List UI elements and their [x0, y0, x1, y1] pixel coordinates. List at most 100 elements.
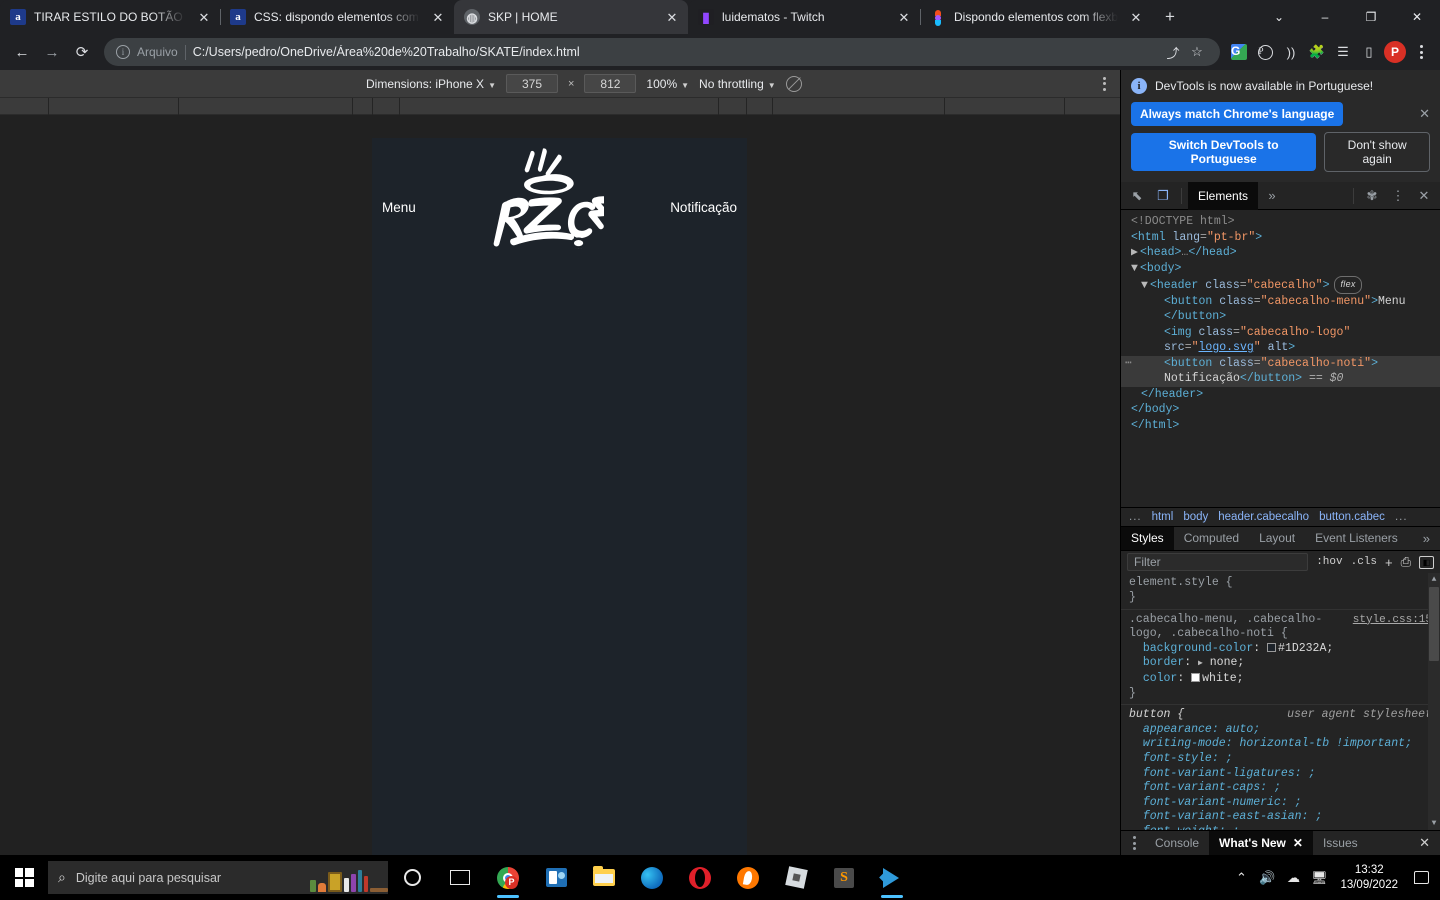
- close-icon[interactable]: ✕: [894, 7, 914, 27]
- cast-icon[interactable]: )): [1280, 41, 1302, 63]
- more-panels-icon[interactable]: »: [1260, 184, 1284, 208]
- show-hidden-icons[interactable]: ⌃: [1228, 855, 1254, 900]
- pinterest-icon[interactable]: P: [1254, 41, 1276, 63]
- roblox-icon[interactable]: [772, 855, 820, 900]
- side-panel-icon[interactable]: ▯: [1358, 41, 1380, 63]
- scroll-down-icon[interactable]: ▼: [1428, 817, 1440, 830]
- declaration-value[interactable]: #1D232A: [1278, 642, 1326, 655]
- switch-to-portuguese-button[interactable]: Switch DevTools to Portuguese: [1131, 133, 1317, 171]
- drawer-menu-icon[interactable]: [1123, 831, 1145, 855]
- reading-list-icon[interactable]: ☰: [1332, 41, 1354, 63]
- gear-icon[interactable]: ✾: [1360, 184, 1384, 208]
- tab-issues[interactable]: Issues: [1313, 831, 1368, 855]
- bookmark-star-icon[interactable]: ☆: [1186, 41, 1208, 63]
- minimize-button[interactable]: –: [1302, 0, 1348, 34]
- filter-input[interactable]: Filter: [1127, 553, 1309, 572]
- close-drawer-icon[interactable]: ✕: [1409, 831, 1440, 855]
- taskbar-search[interactable]: ⌕ Digite aqui para pesquisar: [48, 861, 388, 894]
- display-icon[interactable]: 🖥: [1306, 855, 1332, 900]
- browser-tab[interactable]: ▮ luidematos - Twitch ✕: [688, 0, 920, 34]
- dom-line[interactable]: <button class="cabecalho-menu">Menu </but…: [1121, 294, 1440, 325]
- rule-selector[interactable]: .cabecalho-menu, .cabecalho-logo, .cabec…: [1129, 613, 1347, 642]
- tab-styles[interactable]: Styles: [1121, 527, 1174, 550]
- file-explorer-icon[interactable]: [580, 855, 628, 900]
- action-center-icon[interactable]: [1406, 855, 1436, 900]
- kebab-icon[interactable]: ⋮: [1386, 184, 1410, 208]
- avatar[interactable]: P: [1384, 41, 1406, 63]
- declaration-value[interactable]: none: [1210, 656, 1238, 669]
- close-icon[interactable]: ✕: [1293, 836, 1303, 850]
- close-icon[interactable]: ✕: [1419, 106, 1430, 122]
- breadcrumb-item-button[interactable]: button.cabec: [1319, 511, 1385, 523]
- declaration-property[interactable]: background-color: [1143, 642, 1253, 655]
- maximize-button[interactable]: ❐: [1348, 0, 1394, 34]
- rule-selector[interactable]: element.style {: [1129, 576, 1432, 591]
- toggle-device-toolbar-icon[interactable]: ❐: [1151, 184, 1175, 208]
- inspect-element-icon[interactable]: ⬉: [1125, 184, 1149, 208]
- reload-icon[interactable]: ⟳: [68, 38, 96, 66]
- sublime-text-icon[interactable]: S: [820, 855, 868, 900]
- expand-arrow-icon[interactable]: ▶: [1198, 659, 1203, 668]
- opera-icon[interactable]: [676, 855, 724, 900]
- new-tab-button[interactable]: +: [1156, 3, 1184, 31]
- close-window-button[interactable]: ✕: [1394, 0, 1440, 34]
- viewport-width-input[interactable]: 375: [505, 74, 558, 93]
- tab-console[interactable]: Console: [1145, 831, 1209, 855]
- share-icon[interactable]: ⤴: [1162, 41, 1184, 63]
- scrollbar-thumb[interactable]: [1429, 587, 1439, 662]
- tab-layout[interactable]: Layout: [1249, 527, 1305, 550]
- chrome-icon[interactable]: P: [484, 855, 532, 900]
- styles-scrollbar[interactable]: ▲ ▼: [1428, 573, 1440, 831]
- breadcrumb-item-header[interactable]: header.cabecalho: [1218, 511, 1309, 523]
- edge-icon[interactable]: [628, 855, 676, 900]
- viewport-height-input[interactable]: 812: [584, 74, 637, 93]
- url-text[interactable]: C:/Users/pedro/OneDrive/Área%20de%20Trab…: [193, 45, 580, 59]
- back-icon[interactable]: ←: [8, 38, 36, 66]
- tab-event-listeners[interactable]: Event Listeners: [1305, 527, 1408, 550]
- tab-whats-new[interactable]: What's New ✕: [1209, 831, 1313, 856]
- dom-line[interactable]: <!DOCTYPE html>: [1121, 214, 1440, 230]
- breadcrumb-item-body[interactable]: body: [1183, 511, 1208, 523]
- onedrive-icon[interactable]: ☁: [1280, 855, 1306, 900]
- dont-show-again-button[interactable]: Don't show again: [1324, 132, 1430, 172]
- dom-line[interactable]: ▼ <header class="cabecalho"> flex: [1121, 276, 1440, 294]
- close-icon[interactable]: ✕: [662, 7, 682, 27]
- browser-tab[interactable]: a CSS: dispondo elementos com Fl ✕: [220, 0, 454, 34]
- extensions-puzzle-icon[interactable]: 🧩: [1306, 41, 1328, 63]
- dom-tree[interactable]: <!DOCTYPE html> <html lang="pt-br"> ▶ <he…: [1121, 210, 1440, 507]
- close-icon[interactable]: ✕: [1126, 7, 1146, 27]
- declaration[interactable]: border: ▶ none;: [1129, 656, 1432, 672]
- breadcrumb-overflow-start[interactable]: ...: [1129, 511, 1142, 523]
- browser-tab[interactable]: a TIRAR ESTILO DO BOTÃO | CSS: d ✕: [0, 0, 220, 34]
- menu-button[interactable]: Menu: [382, 199, 416, 215]
- throttling-select[interactable]: No throttling ▼: [699, 75, 776, 93]
- taskbar-clock[interactable]: 13:32 13/09/2022: [1332, 863, 1406, 893]
- notification-button[interactable]: Notificação: [670, 199, 737, 215]
- flex-badge[interactable]: flex: [1334, 276, 1362, 294]
- volume-icon[interactable]: 🔊: [1254, 855, 1280, 900]
- forward-icon[interactable]: →: [38, 38, 66, 66]
- scroll-up-icon[interactable]: ▲: [1428, 573, 1440, 586]
- tab-computed[interactable]: Computed: [1174, 527, 1249, 550]
- declaration[interactable]: background-color: #1D232A;: [1129, 642, 1432, 657]
- declaration-value[interactable]: white: [1202, 672, 1237, 685]
- declaration[interactable]: color: white;: [1129, 672, 1432, 687]
- declaration-property[interactable]: color: [1143, 672, 1178, 685]
- hov-toggle[interactable]: :hov: [1316, 556, 1342, 568]
- color-swatch[interactable]: [1267, 642, 1277, 652]
- color-swatch[interactable]: [1191, 673, 1201, 682]
- vscode-icon[interactable]: [868, 855, 916, 900]
- dom-line[interactable]: ▶ <head>…</head>: [1121, 245, 1440, 261]
- dom-line-selected[interactable]: ⋯ <button class="cabecalho-noti"> Notifica…: [1121, 355, 1440, 387]
- avast-icon[interactable]: [724, 855, 772, 900]
- zoom-select[interactable]: 100% ▼: [646, 75, 689, 93]
- more-options-icon[interactable]: ⋯: [1125, 356, 1133, 372]
- chrome-menu-icon[interactable]: [1410, 45, 1432, 59]
- address-bar[interactable]: i Arquivo C:/Users/pedro/OneDrive/Área%2…: [104, 38, 1220, 66]
- dom-line[interactable]: </html>: [1121, 418, 1440, 434]
- toggle-sidebar-icon[interactable]: ◧: [1419, 555, 1434, 569]
- browser-tab-active[interactable]: ◍ SKP | HOME ✕: [454, 0, 688, 34]
- new-style-rule-icon[interactable]: +: [1385, 555, 1393, 570]
- style-source-link[interactable]: style.css:15: [1353, 613, 1432, 628]
- breadcrumb-overflow-end[interactable]: ...: [1395, 511, 1408, 523]
